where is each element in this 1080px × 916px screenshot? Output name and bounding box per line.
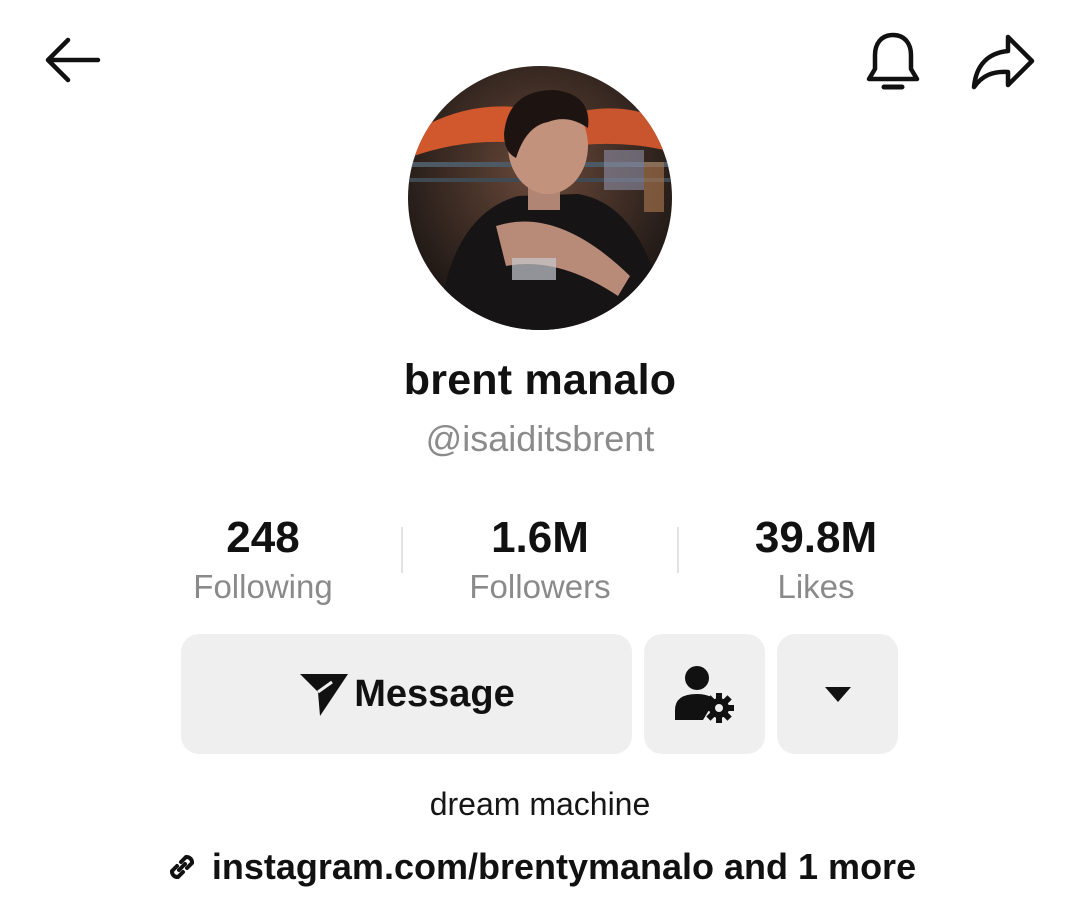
bio-text: dream machine — [429, 786, 651, 822]
share-button[interactable] — [966, 26, 1040, 96]
stat-label: Likes — [777, 568, 855, 605]
bio-link[interactable]: instagram.com/brentymanalo and 1 more — [0, 846, 1080, 888]
stat-label: Followers — [469, 568, 611, 605]
back-button[interactable] — [36, 30, 106, 90]
avatar-photo — [408, 66, 672, 330]
person-gear-icon — [674, 666, 734, 723]
share-arrow-icon — [971, 34, 1035, 90]
more-options-button[interactable] — [777, 634, 898, 754]
stat-value: 1.6M — [491, 513, 589, 562]
stat-label: Following — [193, 568, 333, 605]
caret-down-icon — [824, 687, 851, 702]
stat-value: 248 — [226, 513, 300, 562]
display-name: brent manalo — [403, 356, 677, 404]
stat-likes[interactable]: 39.8M Likes — [686, 512, 946, 608]
paper-plane-icon — [300, 674, 349, 716]
link-icon — [169, 855, 194, 879]
avatar[interactable] — [408, 66, 672, 330]
arrow-left-icon — [45, 37, 101, 83]
stat-following[interactable]: 248 Following — [133, 512, 393, 608]
notification-bell-button[interactable] — [858, 26, 928, 96]
message-label: Message — [354, 672, 515, 715]
stat-value: 39.8M — [754, 513, 878, 562]
username: @isaiditsbrent — [425, 418, 655, 459]
stat-divider — [401, 527, 403, 573]
friend-settings-button[interactable] — [644, 634, 765, 754]
bio-link-text[interactable]: instagram.com/brentymanalo and 1 more — [212, 846, 916, 888]
bell-icon — [866, 32, 920, 90]
message-button[interactable]: Message — [181, 634, 632, 754]
stat-followers[interactable]: 1.6M Followers — [410, 512, 670, 608]
stat-divider — [677, 527, 679, 573]
